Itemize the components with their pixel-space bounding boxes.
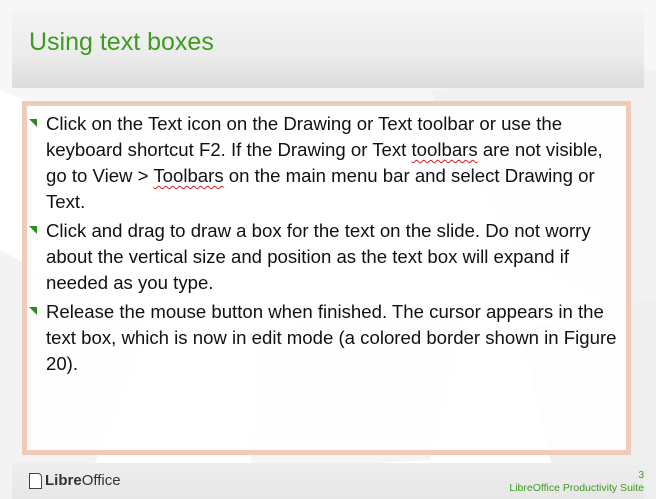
bullet-text: Click and drag to draw a box for the tex…: [46, 220, 591, 293]
bullet-item: Click and drag to draw a box for the tex…: [29, 218, 628, 296]
bullet-list[interactable]: Click on the Text icon on the Drawing or…: [29, 111, 628, 380]
bullet-item: Click on the Text icon on the Drawing or…: [29, 111, 628, 215]
document-icon: [29, 473, 42, 489]
bullet-triangle-icon: [29, 119, 37, 127]
logo-text-bold: Libre: [45, 472, 82, 489]
bullet-triangle-icon: [29, 307, 37, 315]
bullet-item: Release the mouse button when finished. …: [29, 299, 628, 377]
spellcheck-word: Toolbars: [153, 165, 224, 186]
page-number: 3: [638, 470, 644, 481]
slide: Using text boxes Click on the Text icon …: [0, 0, 656, 499]
bullet-text: Release the mouse button when finished. …: [46, 301, 617, 374]
logo-text-regular: Office: [81, 472, 121, 489]
libreoffice-logo: LibreOffice: [29, 473, 121, 489]
logo-text: LibreOffice: [45, 473, 121, 489]
bullet-triangle-icon: [29, 226, 37, 234]
slide-title[interactable]: Using text boxes: [29, 28, 214, 57]
footer-product-text: LibreOffice Productivity Suite: [509, 482, 644, 494]
spellcheck-word: toolbars: [411, 139, 478, 160]
